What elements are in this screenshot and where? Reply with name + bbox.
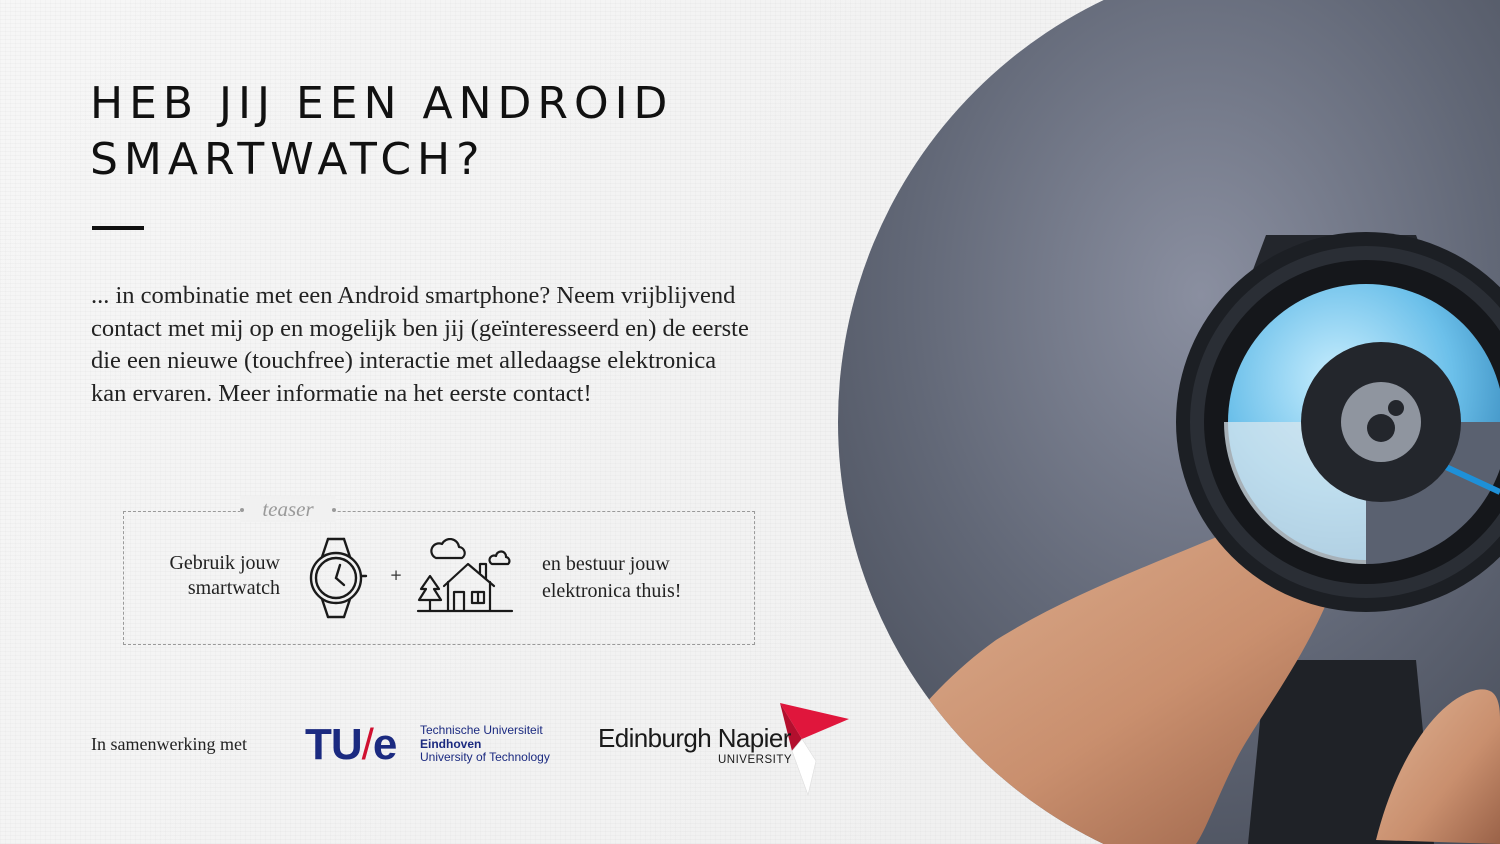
napier-university: UNIVERSITY — [718, 754, 793, 766]
teaser-right-text: en bestuur jouw elektronica thuis! — [542, 553, 682, 602]
cloud-icon — [430, 538, 466, 560]
tree-icon — [417, 574, 443, 612]
smartwatch-photo — [838, 0, 1500, 844]
napier-name: Edinburgh Napier — [598, 723, 791, 753]
teaser-left-text: Gebruik jouw smartwatch — [169, 552, 280, 599]
tue-mark: TU/e — [305, 720, 397, 769]
teaser-label: teaser — [240, 496, 336, 522]
title-underline — [92, 226, 144, 230]
small-cloud-icon — [488, 550, 511, 566]
plus-sign: + — [389, 566, 403, 584]
smartwatch-icon — [309, 537, 368, 619]
intro-paragraph: ... in combinatie met een Android smartp… — [91, 282, 749, 407]
partners-label: In samenwerking met — [91, 734, 247, 754]
page-title: HEB JIJ EEN ANDROID SMARTWATCH? — [90, 78, 674, 185]
house-icon — [416, 538, 514, 613]
tue-wordmark: Technische Universiteit Eindhoven Univer… — [420, 723, 550, 764]
napier-logo: Edinburgh Napier UNIVERSITY — [598, 703, 850, 799]
